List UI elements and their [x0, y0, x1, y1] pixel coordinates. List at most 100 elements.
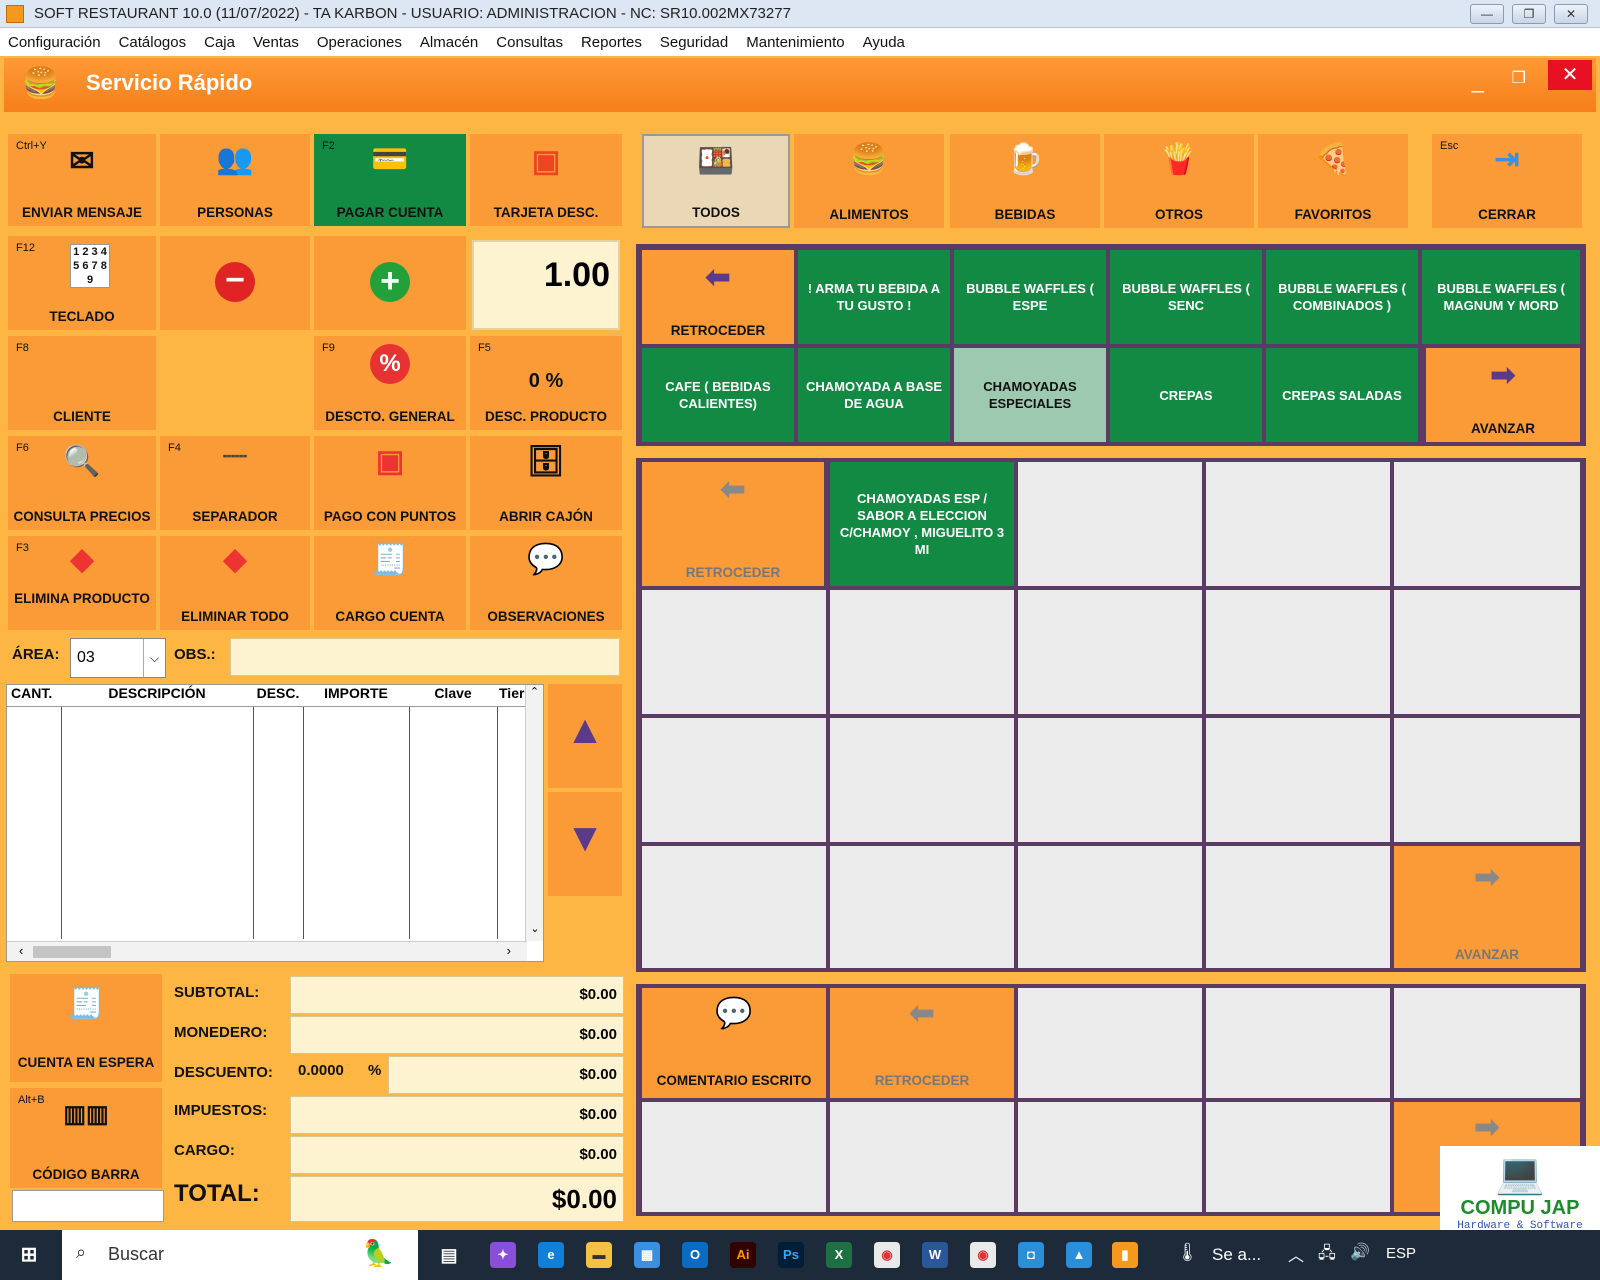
file-explorer-icon[interactable]: ▬ [586, 1242, 612, 1268]
edge-icon[interactable]: e [538, 1242, 564, 1268]
weather-text[interactable]: Se a... [1212, 1245, 1261, 1265]
enviar-mensaje-button[interactable]: Ctrl+Y ✉ ENVIAR MENSAJE [8, 134, 156, 226]
barcode-input[interactable] [12, 1190, 164, 1222]
tab-bebidas[interactable]: 🍺 BEBIDAS [950, 134, 1100, 228]
restore-icon[interactable]: ❐ [1512, 68, 1526, 88]
group-item[interactable]: BUBBLE WAFFLES ( MAGNUM Y MORD [1422, 250, 1580, 344]
group-item-selected[interactable]: CHAMOYADAS ESPECIALES [954, 348, 1106, 442]
groups-retroceder-button[interactable]: ⬅ RETROCEDER [642, 250, 794, 344]
menu-item[interactable]: Catálogos [119, 34, 187, 51]
outlook-icon[interactable]: O [682, 1242, 708, 1268]
horizontal-scrollbar[interactable]: ‹ › [7, 941, 527, 961]
cliente-button[interactable]: F8 CLIENTE [8, 336, 156, 430]
menu-item[interactable]: Mantenimiento [746, 34, 844, 51]
group-item[interactable]: BUBBLE WAFFLES ( ESPE [954, 250, 1106, 344]
app-icon[interactable]: ◘ [1018, 1242, 1044, 1268]
observaciones-button[interactable]: 💬 OBSERVACIONES [470, 536, 622, 630]
restore-button[interactable]: ❐ [1512, 4, 1546, 24]
tab-alimentos[interactable]: 🍔 ALIMENTOS [794, 134, 944, 228]
elimina-producto-button[interactable]: F3 ◆ ELIMINA PRODUCTO [8, 536, 156, 630]
cargo-cuenta-button[interactable]: 🧾 CARGO CUENTA [314, 536, 466, 630]
comentario-escrito-button[interactable]: 💬 COMENTARIO ESCRITO [642, 988, 826, 1098]
illustrator-icon[interactable]: Ai [730, 1242, 756, 1268]
products-avanzar-button[interactable]: ➡ AVANZAR [1394, 846, 1580, 968]
area-select[interactable]: 03 ⌵ [70, 638, 166, 678]
teclado-button[interactable]: F12 1 2 3 4 5 6 7 8 9 TECLADO [8, 236, 156, 330]
product-item[interactable]: CHAMOYADAS ESP / SABOR A ELECCION C/CHAM… [830, 462, 1014, 586]
tab-otros[interactable]: 🍟 OTROS [1104, 134, 1254, 228]
minimize-button[interactable]: — [1470, 4, 1504, 24]
search-placeholder: Buscar [108, 1244, 165, 1264]
scroll-up-button[interactable]: ▲ [548, 684, 622, 788]
soft-restaurant-taskbar-icon[interactable]: ▮ [1112, 1242, 1138, 1268]
group-item[interactable]: BUBBLE WAFFLES ( SENC [1110, 250, 1262, 344]
drive-icon[interactable]: ▲ [1066, 1242, 1092, 1268]
pagar-cuenta-button[interactable]: F2 💳 PAGAR CUENTA [314, 134, 466, 226]
total-label: TOTAL: [174, 1180, 260, 1207]
tile-label: AVANZAR [1455, 947, 1519, 962]
modifier-slot-empty [1018, 1102, 1202, 1212]
quantity-display[interactable]: 1.00 [472, 240, 620, 330]
word-icon[interactable]: W [922, 1242, 948, 1268]
tray-chevron-up-icon[interactable]: ︿ [1288, 1242, 1304, 1266]
tab-favoritos[interactable]: 🍕 FAVORITOS [1258, 134, 1408, 228]
tab-label: OTROS [1154, 207, 1203, 222]
menu-item[interactable]: Reportes [581, 34, 642, 51]
windows-start-icon[interactable]: ⊞ [16, 1242, 42, 1268]
close-button[interactable]: ✕ [1548, 60, 1592, 90]
group-item[interactable]: ! ARMA TU BEBIDA A TU GUSTO ! [798, 250, 950, 344]
menu-item[interactable]: Consultas [496, 34, 563, 51]
descto-general-button[interactable]: F9 % DESCTO. GENERAL [314, 336, 466, 430]
eliminar-todo-button[interactable]: ◆ ELIMINAR TODO [160, 536, 310, 630]
codigo-barra-button[interactable]: Alt+B ▥▥ CÓDIGO BARRA [10, 1088, 162, 1188]
obs-input[interactable] [230, 638, 620, 676]
group-item[interactable]: CAFE ( BEBIDAS CALIENTES) [642, 348, 794, 442]
store-icon[interactable]: ▦ [634, 1242, 660, 1268]
order-table[interactable]: CANT. DESCRIPCIÓN DESC. IMPORTE Clave Ti… [6, 684, 544, 962]
desc-producto-button[interactable]: F5 0 % DESC. PRODUCTO [470, 336, 622, 430]
cerrar-button[interactable]: Esc ⇥ CERRAR [1432, 134, 1582, 228]
pago-puntos-button[interactable]: ▣ PAGO CON PUNTOS [314, 436, 466, 530]
task-view-icon[interactable]: ▤ [436, 1242, 462, 1268]
consulta-precios-button[interactable]: F6 🔍 CONSULTA PRECIOS [8, 436, 156, 530]
menu-item[interactable]: Caja [204, 34, 235, 51]
increase-qty-button[interactable]: + [314, 236, 466, 330]
products-retroceder-button[interactable]: ⬅ RETROCEDER [642, 462, 824, 586]
abrir-cajon-button[interactable]: 🗄 ABRIR CAJÓN [470, 436, 622, 530]
chrome-profile-icon[interactable]: ◉ [970, 1242, 996, 1268]
menu-item[interactable]: Almacén [420, 34, 478, 51]
groups-avanzar-button[interactable]: ➡ AVANZAR [1426, 348, 1580, 442]
personas-button[interactable]: 👥 PERSONAS [160, 134, 310, 226]
menu-item[interactable]: Operaciones [317, 34, 402, 51]
vertical-scrollbar[interactable]: ⌃ ⌄ [525, 685, 543, 941]
excel-icon[interactable]: X [826, 1242, 852, 1268]
menu-item[interactable]: Configuración [8, 34, 101, 51]
language-indicator[interactable]: ESP [1386, 1245, 1416, 1262]
menu-item[interactable]: Ventas [253, 34, 299, 51]
shortcut-key: F2 [322, 140, 335, 152]
menu-item[interactable]: Seguridad [660, 34, 728, 51]
volume-icon[interactable]: 🔊 [1350, 1242, 1370, 1262]
copilot-icon[interactable]: ✦ [490, 1242, 516, 1268]
taskbar-search[interactable]: ⌕ Buscar 🦜 [62, 1230, 418, 1280]
eraser-icon: ◆ [70, 543, 94, 576]
app-icon [6, 4, 24, 23]
group-item[interactable]: CREPAS SALADAS [1266, 348, 1418, 442]
close-window-button[interactable]: ✕ [1554, 4, 1588, 24]
group-item[interactable]: CREPAS [1110, 348, 1262, 442]
tarjeta-desc-button[interactable]: ▣ TARJETA DESC. [470, 134, 622, 226]
group-item[interactable]: BUBBLE WAFFLES ( COMBINADOS ) [1266, 250, 1418, 344]
separador-button[interactable]: F4 ┄┄ SEPARADOR [160, 436, 310, 530]
photoshop-icon[interactable]: Ps [778, 1242, 804, 1268]
scroll-down-button[interactable]: ▼ [548, 792, 622, 896]
modifiers-retroceder-button[interactable]: ⬅ RETROCEDER [830, 988, 1014, 1098]
menu-item[interactable]: Ayuda [863, 34, 905, 51]
cuenta-espera-button[interactable]: 🧾 CUENTA EN ESPERA [10, 974, 162, 1082]
decrease-qty-button[interactable]: − [160, 236, 310, 330]
network-icon[interactable]: 🖧 [1318, 1242, 1336, 1269]
chevron-down-icon[interactable]: ⌵ [143, 639, 165, 677]
minimize-icon[interactable]: _ [1472, 68, 1484, 94]
tab-todos[interactable]: 🍱 TODOS [642, 134, 790, 228]
chrome-icon[interactable]: ◉ [874, 1242, 900, 1268]
group-item[interactable]: CHAMOYADA A BASE DE AGUA [798, 348, 950, 442]
